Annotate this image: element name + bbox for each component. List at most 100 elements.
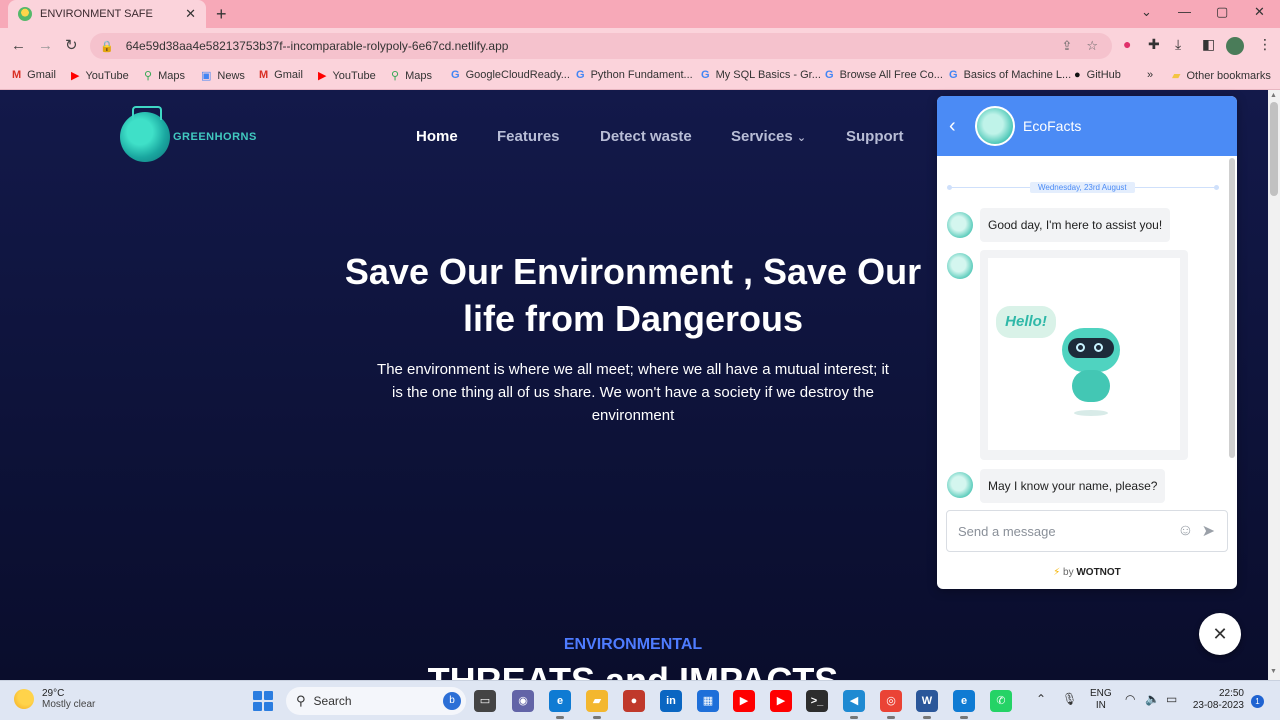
nav-features[interactable]: Features [497,128,560,145]
hero-title: Save Our Environment , Save Our life fro… [344,251,922,339]
bookmark-github[interactable]: ● GitHub [1074,69,1121,81]
new-tab-button[interactable]: + [216,4,227,24]
chat-scrollbar[interactable] [1229,158,1235,458]
brand-name: GREENHORNS [173,131,257,143]
close-window-button[interactable]: ✕ [1254,4,1265,20]
more-bookmarks-button[interactable]: » [1147,69,1153,81]
language-indicator[interactable]: ENG IN [1090,688,1112,712]
file-explorer-icon[interactable]: ▰ [586,690,608,719]
chat-input-placeholder: Send a message [958,523,1056,539]
profile-avatar[interactable] [1226,37,1244,55]
terminal-icon[interactable]: >_ [806,690,828,712]
bookmark-news[interactable]: ▣ News [201,69,245,83]
clock-time: 22:50 [1218,688,1244,699]
battery-icon[interactable]: ▭ [1166,692,1177,706]
taskbar-search[interactable]: ⚲ Search b [286,687,466,715]
linkedin-icon[interactable]: in [660,690,682,712]
chat-header: ‹ EcoFacts [937,96,1237,156]
edge-icon[interactable]: e [953,690,975,719]
bookmark-browse-courses[interactable]: G Browse All Free Co... [825,69,943,81]
scrollbar-thumb[interactable] [1270,102,1278,196]
tab-close-icon[interactable]: ✕ [185,6,196,22]
minimize-button[interactable]: — [1178,4,1191,19]
system-clock[interactable]: 22:50 23-08-2023 [1192,688,1244,712]
address-bar[interactable]: 🔒 64e59d38aa4e58213753b37f--incomparable… [90,33,1112,59]
hello-speech-bubble: Hello! [996,306,1056,338]
reload-button[interactable]: ↻ [65,37,78,55]
store-icon[interactable]: ▦ [697,690,719,712]
chevron-up-icon[interactable]: ⌃ [1036,692,1046,706]
forward-button[interactable]: → [38,37,53,55]
wifi-icon[interactable]: ◠ [1125,692,1135,706]
task-view-icon[interactable]: ▭ [474,690,496,712]
teams-chat-icon[interactable]: ◉ [512,690,534,712]
other-bookmarks-folder[interactable]: ▰ Other bookmarks [1172,69,1271,83]
clock-date: 23-08-2023 [1192,700,1244,711]
bookmark-star-icon[interactable]: ☆ [1086,38,1098,54]
bookmark-python[interactable]: G Python Fundament... [576,69,693,81]
bookmark-gmail[interactable]: M Gmail [12,69,56,81]
robot-eye-shape [1076,343,1085,352]
windows-start-icon[interactable] [253,691,273,711]
app-icon[interactable]: ● [623,690,645,712]
weather-widget[interactable]: 29°C Mostly clear [14,688,95,710]
bookmark-maps[interactable]: ⚲ Maps [144,69,185,83]
maps-pin-icon: ⚲ [144,70,153,82]
share-icon[interactable]: ⇪ [1061,38,1072,54]
chrome-icon[interactable]: ◎ [880,690,902,719]
whatsapp-icon[interactable]: ✆ [990,690,1012,712]
temperature: 29°C [42,688,65,699]
side-panel-icon[interactable]: ◧ [1202,36,1215,53]
extensions-puzzle-icon[interactable]: ✚ [1148,36,1160,53]
scroll-down-arrow-icon[interactable]: ▼ [1270,668,1277,675]
scroll-up-arrow-icon[interactable]: ▲ [1270,92,1277,99]
bing-icon[interactable]: b [443,692,461,710]
powered-by[interactable]: ⚡ by WOTNOT [937,567,1237,578]
lock-icon[interactable]: 🔒 [100,40,114,53]
chat-message-input[interactable]: Send a message ☺ ➤ [946,510,1228,552]
browser-tab[interactable]: ENVIRONMENT SAFE ✕ [8,0,206,28]
nav-support[interactable]: Support [846,128,904,145]
bookmark-youtube-2[interactable]: ▶ YouTube [318,69,376,83]
url-text[interactable]: 64e59d38aa4e58213753b37f--incomparable-r… [126,39,1062,53]
tab-search-icon[interactable]: ⌄ [1141,4,1152,20]
youtube-icon[interactable]: ▶ [770,690,792,712]
bot-name: EcoFacts [1023,118,1082,134]
notification-badge[interactable]: 1 [1251,695,1264,708]
extension-record-icon[interactable]: ● [1123,36,1131,52]
nav-detect-waste[interactable]: Detect waste [600,128,692,145]
bookmark-youtube[interactable]: ▶ YouTube [71,69,129,83]
bookmark-machine-learning[interactable]: G Basics of Machine L... [949,69,1071,81]
word-icon[interactable]: W [916,690,938,719]
hello-robot-image: Hello! [988,258,1180,450]
bookmark-mysql[interactable]: G My SQL Basics - Gr... [701,69,821,81]
nav-services[interactable]: Services ⌄ [731,128,806,145]
divider-dot [1214,185,1219,190]
emoji-icon[interactable]: ☺ [1177,522,1193,540]
bot-avatar [975,106,1015,146]
page-scrollbar[interactable]: ▲ ▼ [1268,90,1280,680]
microphone-icon[interactable]: 🎙 [1062,692,1077,706]
youtube-icon[interactable]: ▶ [733,690,755,712]
vscode-icon[interactable]: ◀ [843,690,865,719]
chevron-left-icon[interactable]: ‹ [949,115,967,138]
edge-icon[interactable]: e [549,690,571,719]
bookmark-gmail-2[interactable]: M Gmail [259,69,303,81]
download-icon[interactable]: ⤓ [1175,36,1181,53]
section-title: THREATS and IMPACTS [0,660,1266,680]
send-icon[interactable]: ➤ [1202,521,1215,541]
bookmark-maps-2[interactable]: ⚲ Maps [391,69,432,83]
back-button[interactable]: ← [11,37,26,55]
speaker-muted-icon[interactable]: 🔈 [1145,692,1160,706]
nav-home[interactable]: Home [416,128,458,145]
site-logo[interactable]: GREENHORNS [120,106,257,162]
chat-image-message[interactable]: Hello! [980,250,1188,460]
chat-date: Wednesday, 23rd August [1030,182,1135,193]
chrome-menu-icon[interactable]: ⋮ [1258,36,1272,53]
maximize-button[interactable]: ▢ [1216,4,1228,20]
weather-condition: Mostly clear [42,699,96,710]
bookmarks-bar: M Gmail ▶ YouTube ⚲ Maps ▣ News M Gmail ▶ YouT… [0,64,1280,90]
youtube-icon: ▶ [71,70,80,82]
chat-close-button[interactable]: ✕ [1199,613,1241,655]
bookmark-googlecloud[interactable]: G GoogleCloudReady... [451,69,570,81]
